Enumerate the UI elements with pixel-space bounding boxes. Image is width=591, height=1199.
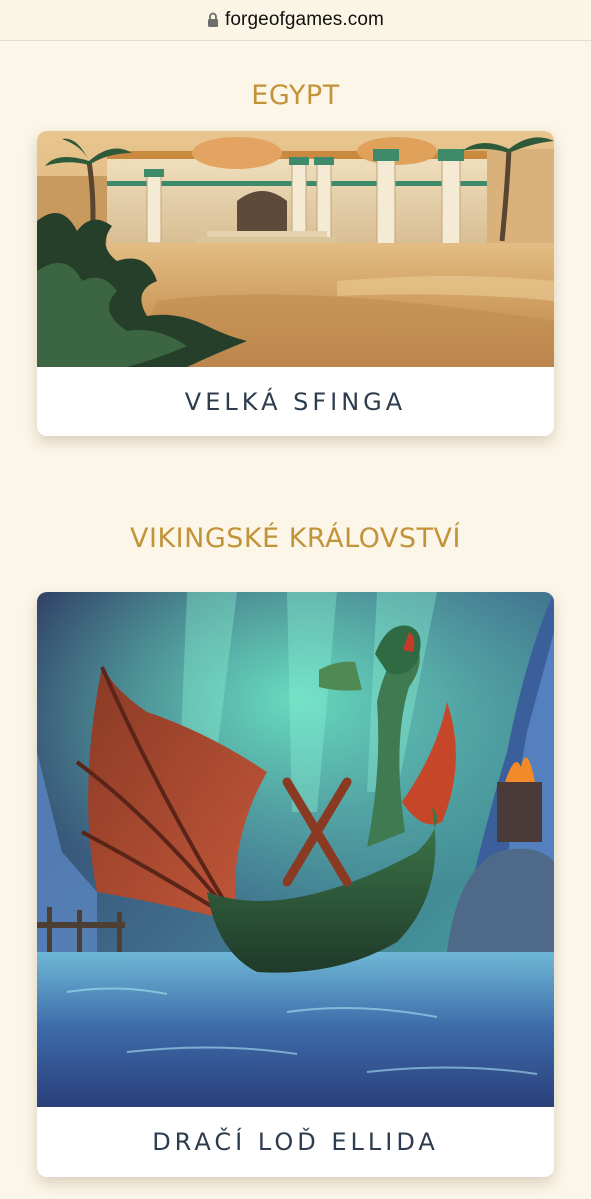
card-draci-lod-ellida[interactable]: DRAČÍ LOĎ ELLIDA [37, 592, 554, 1177]
section-title-egypt: EGYPT [251, 80, 340, 111]
section-title-viking: VIKINGSKÉ KRÁLOVSTVÍ [130, 523, 461, 554]
card-caption: VELKÁ SFINGA [184, 388, 407, 416]
card-caption: DRAČÍ LOĎ ELLIDA [152, 1128, 439, 1156]
egyptian-temple-illustration [37, 131, 554, 367]
url-text: forgeofgames.com [225, 9, 384, 30]
browser-address-bar[interactable]: forgeofgames.com [0, 0, 591, 41]
card-velka-sfinga[interactable]: VELKÁ SFINGA [37, 131, 554, 436]
viking-dragon-ship-illustration [37, 592, 554, 1107]
url-display[interactable]: forgeofgames.com [207, 9, 384, 31]
lock-icon [207, 12, 219, 28]
page: forgeofgames.com EGYPT VELKÁ SFINGA VIKI… [0, 0, 591, 1199]
